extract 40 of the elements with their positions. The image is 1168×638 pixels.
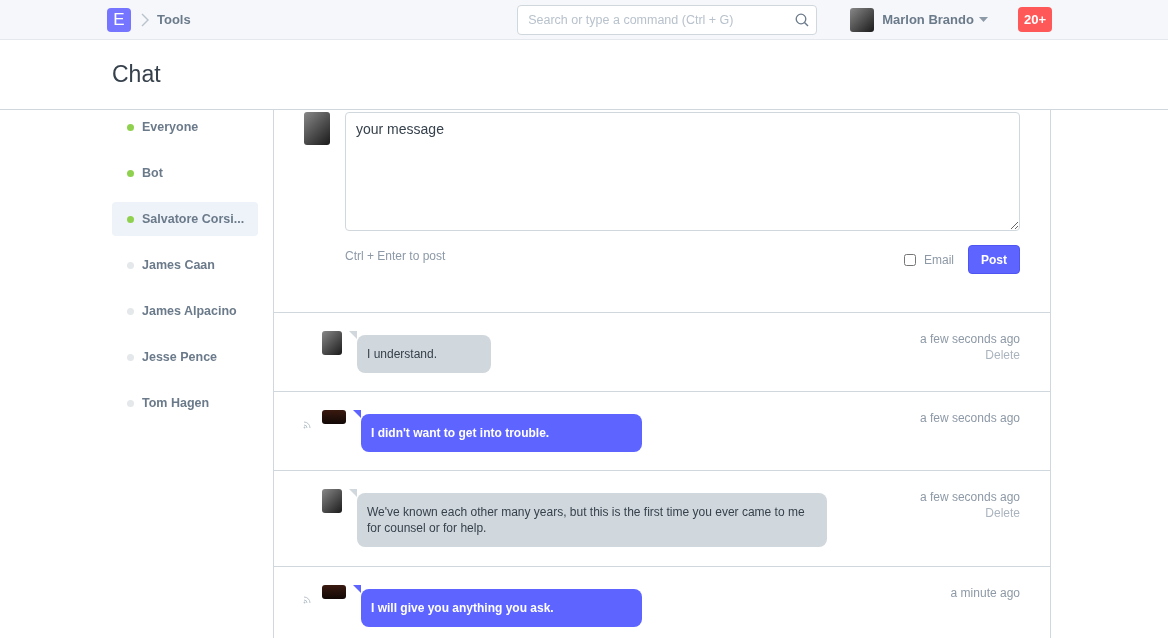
contact-name: Tom Hagen bbox=[142, 396, 210, 410]
user-avatar bbox=[304, 112, 330, 145]
contact-name: Salvatore Corsi... bbox=[142, 212, 245, 226]
chevron-right-icon bbox=[141, 12, 149, 27]
contact-item[interactable]: Bot bbox=[112, 156, 258, 190]
contact-name: Bot bbox=[142, 166, 163, 180]
user-menu[interactable]: Marlon Brando bbox=[882, 12, 974, 27]
email-label: Email bbox=[923, 252, 954, 267]
contact-name: James Caan bbox=[142, 258, 215, 272]
contact-item[interactable]: Tom Hagen bbox=[112, 386, 258, 420]
feed-icon bbox=[302, 593, 314, 605]
message-time: a few seconds ago bbox=[919, 331, 1020, 347]
post-hint: Ctrl + Enter to post bbox=[345, 248, 446, 263]
contact-item[interactable]: James Alpacino bbox=[112, 294, 258, 328]
sender-avatar bbox=[322, 410, 346, 424]
message-time: a few seconds ago bbox=[919, 410, 1020, 426]
sender-avatar bbox=[322, 585, 346, 599]
sender-avatar bbox=[322, 331, 342, 355]
caret-icon bbox=[978, 17, 988, 22]
email-checkbox[interactable] bbox=[903, 253, 916, 266]
search-icon bbox=[795, 12, 810, 27]
page-title: Chat bbox=[112, 61, 161, 88]
contact-item[interactable]: James Caan bbox=[112, 248, 258, 282]
user-avatar bbox=[850, 7, 875, 32]
message-time: a minute ago bbox=[950, 585, 1020, 601]
notification-badge[interactable]: 20+ bbox=[1017, 7, 1052, 32]
breadcrumb-link[interactable]: Tools bbox=[157, 12, 191, 27]
feed-icon bbox=[302, 418, 314, 430]
contact-name: Everyone bbox=[142, 120, 199, 134]
search-field[interactable]: Search or type a command (Ctrl + G) bbox=[517, 4, 818, 35]
contact-item[interactable]: Salvatore Corsi... bbox=[112, 202, 258, 236]
contact-name: James Alpacino bbox=[142, 304, 237, 318]
contact-item[interactable]: Everyone bbox=[112, 110, 258, 144]
message-input[interactable]: your message bbox=[345, 112, 1020, 231]
sender-avatar bbox=[322, 489, 342, 513]
contact-item[interactable]: Jesse Pence bbox=[112, 340, 258, 374]
contact-name: Jesse Pence bbox=[142, 350, 218, 364]
post-button[interactable]: Post bbox=[968, 245, 1020, 274]
message-time: a few seconds ago bbox=[919, 489, 1020, 505]
app-logo[interactable]: E bbox=[107, 7, 131, 32]
